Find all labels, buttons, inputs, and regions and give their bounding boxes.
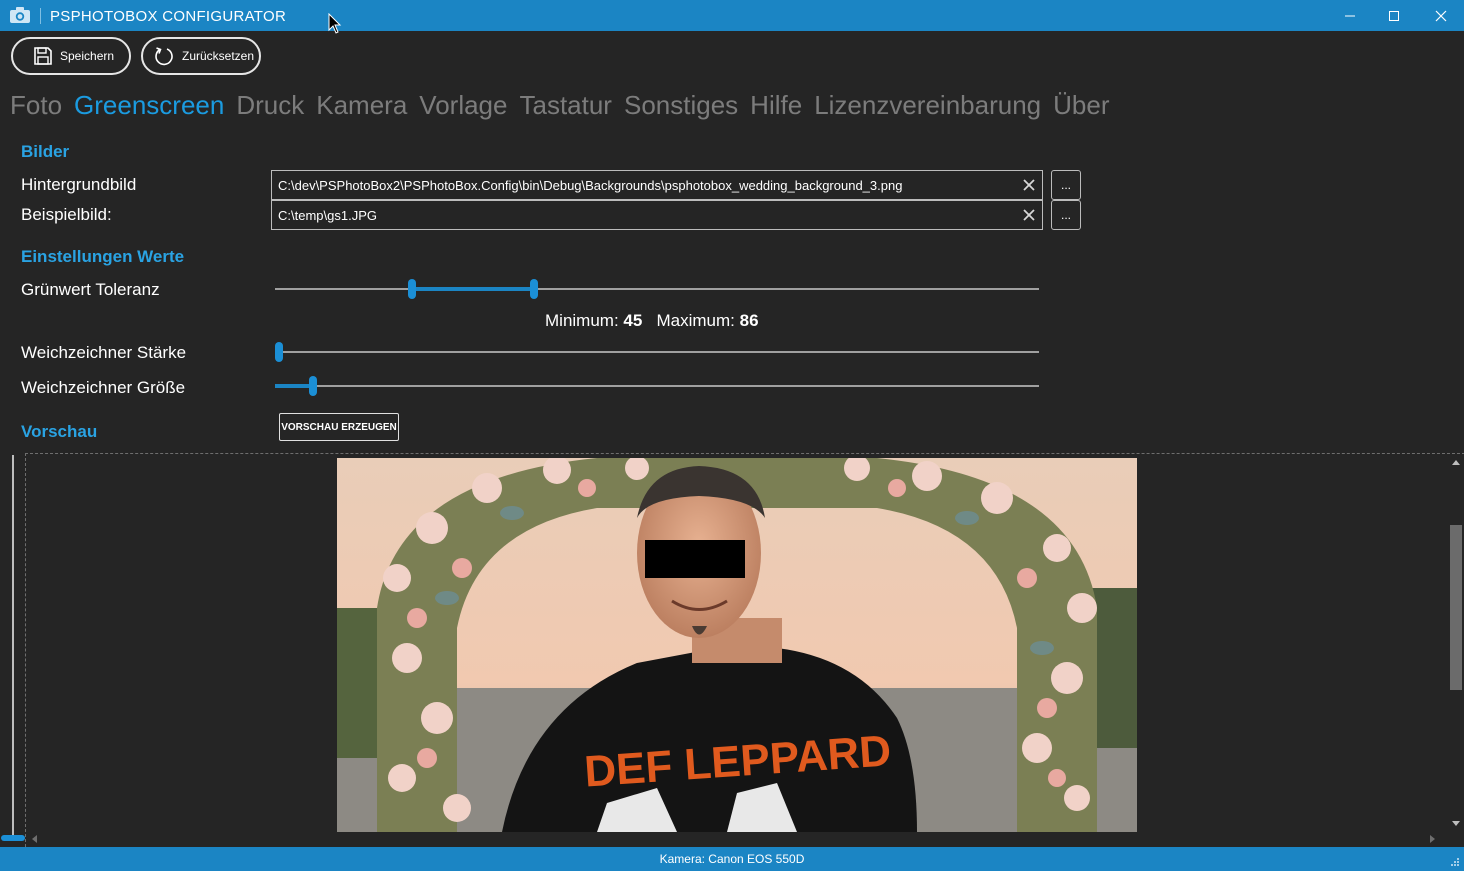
tab-druck[interactable]: Druck	[236, 90, 304, 121]
reset-button-label: Zurücksetzen	[182, 49, 255, 63]
browse-sample-button[interactable]: ...	[1051, 200, 1081, 230]
rail-handle[interactable]	[1, 835, 25, 841]
scroll-down-icon[interactable]	[1450, 818, 1462, 830]
background-image-label: Hintergrundbild	[21, 175, 137, 194]
background-image-field	[271, 170, 1043, 200]
slider-thumb-minimum[interactable]	[408, 279, 417, 299]
blur-strength-slider[interactable]	[275, 342, 1039, 362]
tab-greenscreen[interactable]: Greenscreen	[74, 90, 224, 121]
minimum-label: Minimum:	[545, 311, 619, 330]
slider-fill	[275, 384, 314, 388]
tab-lizenzvereinbarung[interactable]: Lizenzvereinbarung	[814, 90, 1041, 121]
sample-image-input[interactable]	[278, 201, 1018, 229]
vertical-rail	[12, 455, 14, 839]
reset-icon	[155, 47, 173, 66]
tab-foto[interactable]: Foto	[10, 90, 62, 121]
reset-button[interactable]: Zurücksetzen	[141, 37, 261, 75]
green-tolerance-label: Grünwert Toleranz	[21, 280, 160, 299]
slider-track	[275, 288, 1039, 290]
sample-image-label: Beispielbild:	[21, 205, 112, 224]
tab-ueber[interactable]: Über	[1053, 90, 1109, 121]
mouse-cursor-icon	[328, 13, 342, 34]
maximize-button[interactable]	[1371, 0, 1417, 31]
blur-size-slider[interactable]	[275, 376, 1039, 396]
section-title-images: Bilder	[21, 142, 70, 161]
blur-size-label: Weichzeichner Größe	[21, 378, 186, 397]
vertical-scrollbar-thumb[interactable]	[1450, 525, 1462, 690]
slider-track	[275, 385, 1039, 387]
section-title-preview: Vorschau	[21, 422, 98, 441]
background-image-input[interactable]	[278, 171, 1018, 199]
tab-bar: Foto Greenscreen Druck Kamera Vorlage Ta…	[10, 90, 1121, 121]
generate-preview-button[interactable]: VORSCHAU ERZEUGEN	[279, 413, 399, 441]
tab-vorlage[interactable]: Vorlage	[419, 90, 507, 121]
slider-thumb[interactable]	[309, 376, 318, 396]
green-tolerance-range-slider[interactable]	[275, 279, 1039, 299]
minimize-icon	[1345, 15, 1355, 16]
slider-track	[275, 351, 1039, 353]
scroll-up-icon[interactable]	[1450, 456, 1462, 468]
clear-icon[interactable]	[1021, 177, 1037, 193]
save-button[interactable]: Speichern	[11, 37, 131, 75]
section-title-settings: Einstellungen Werte	[21, 247, 185, 266]
tab-tastatur[interactable]: Tastatur	[519, 90, 612, 121]
resize-grip-icon[interactable]	[1450, 857, 1460, 867]
preview-image: DEF LEPPARD	[337, 458, 1137, 832]
maximum-label: Maximum:	[656, 311, 735, 330]
tab-kamera[interactable]: Kamera	[316, 90, 407, 121]
slider-thumb[interactable]	[275, 342, 283, 362]
tolerance-readout: Minimum: 45 Maximum: 86	[545, 311, 759, 331]
slider-selected-range	[412, 287, 534, 291]
tab-hilfe[interactable]: Hilfe	[750, 90, 802, 121]
close-button[interactable]	[1418, 0, 1464, 31]
title-bar[interactable]: PSPHOTOBOX CONFIGURATOR	[0, 0, 1464, 31]
title-separator	[40, 8, 41, 24]
scroll-right-icon[interactable]	[1428, 833, 1438, 845]
maximize-icon	[1389, 10, 1399, 21]
browse-background-button[interactable]: ...	[1051, 170, 1081, 200]
minimum-value: 45	[623, 311, 643, 330]
sample-image-field	[271, 200, 1043, 230]
minimize-button[interactable]	[1327, 0, 1373, 31]
slider-thumb-maximum[interactable]	[529, 279, 538, 299]
camera-status: Kamera: Canon EOS 550D	[659, 852, 805, 866]
tab-sonstiges[interactable]: Sonstiges	[624, 90, 738, 121]
camera-icon	[10, 7, 30, 23]
floppy-disk-icon	[34, 47, 52, 65]
close-icon	[1435, 10, 1447, 21]
window-title: PSPHOTOBOX CONFIGURATOR	[50, 8, 287, 25]
status-bar: Kamera: Canon EOS 550D	[0, 847, 1464, 871]
clear-icon[interactable]	[1021, 207, 1037, 223]
save-button-label: Speichern	[60, 49, 115, 63]
blur-strength-label: Weichzeichner Stärke	[21, 343, 187, 362]
scroll-left-icon[interactable]	[29, 833, 39, 845]
maximum-value: 86	[739, 311, 759, 330]
